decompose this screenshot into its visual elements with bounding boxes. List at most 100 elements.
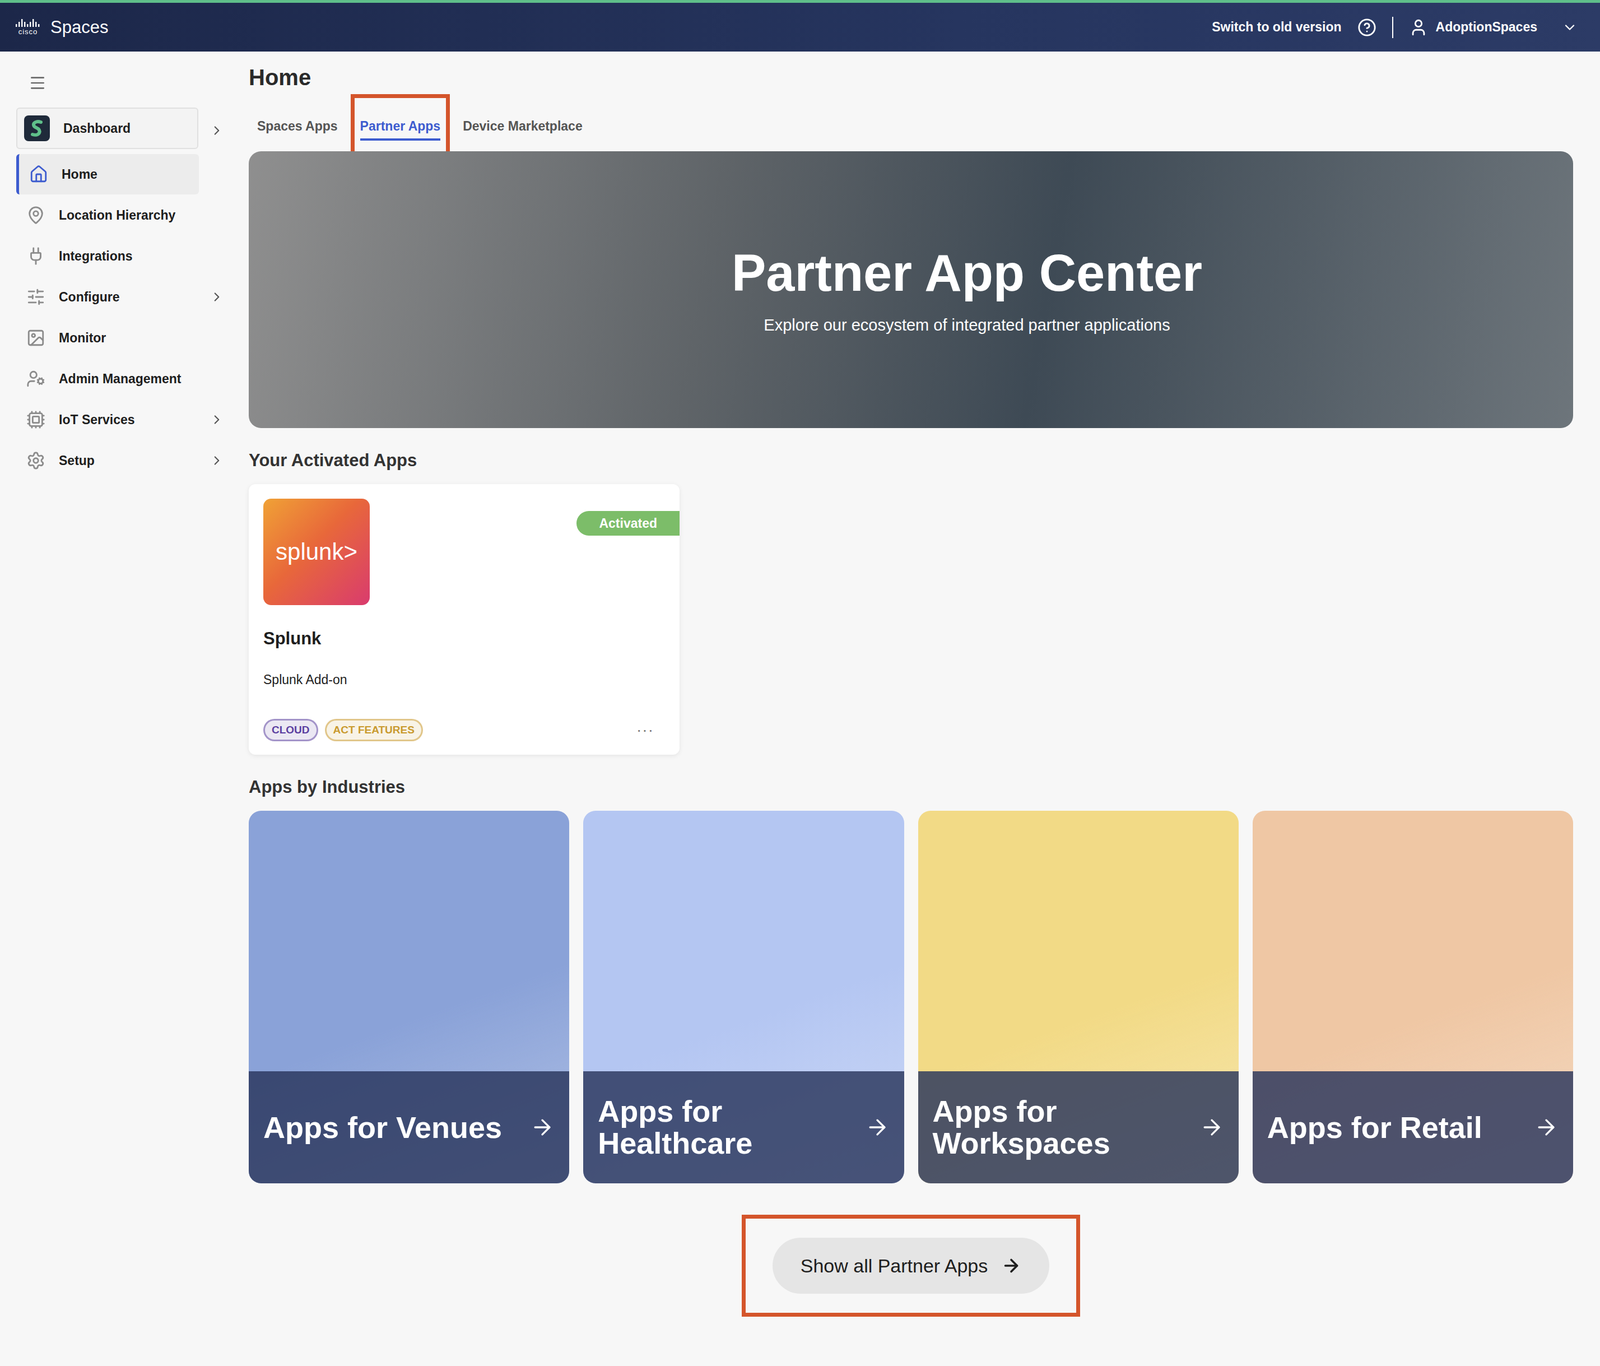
sidebar-item-icon [26, 328, 46, 348]
tile-caption: Apps for Venues [248, 1071, 570, 1184]
tab[interactable]: Partner Apps [360, 114, 441, 141]
switch-version-link[interactable]: Switch to old version [1211, 19, 1342, 35]
app: cisco Spaces Switch to old version Adoption… [0, 0, 1600, 1366]
sidebar-item[interactable]: Admin Management [16, 358, 199, 399]
dashboard-logo-icon [24, 115, 50, 142]
sidebar-row: Admin Management [16, 358, 225, 399]
divider [1392, 16, 1394, 39]
hero-title: Partner App Center [731, 244, 1203, 302]
arrow-right-icon [1533, 1114, 1559, 1140]
sidebar-row: Home [16, 154, 225, 195]
sidebar-item[interactable]: Monitor [16, 317, 199, 358]
sidebar-item[interactable]: Location Hierarchy [16, 194, 199, 236]
top-actions: Switch to old version AdoptionSpaces [1211, 16, 1578, 39]
brand-name: Spaces [50, 17, 109, 38]
card-menu-button[interactable]: ··· [636, 721, 654, 739]
chevron-right-icon [209, 123, 225, 138]
sidebar-item-icon [26, 369, 46, 389]
sidebar-item-icon [26, 205, 46, 225]
industry-tile[interactable]: Apps for Workspaces [918, 810, 1239, 1184]
tile-caption: Apps for Retail [1252, 1071, 1574, 1184]
sidebar-row: Setup [16, 440, 225, 481]
sidebar-row: Monitor [16, 317, 225, 358]
user-name: AdoptionSpaces [1435, 19, 1538, 35]
sidebar-row: Configure [16, 276, 225, 318]
sidebar-item[interactable]: Setup [16, 440, 199, 481]
tile-label: Apps for Healthcare [597, 1095, 845, 1159]
sidebar-label: Integrations [58, 248, 133, 264]
chevron-right-icon [209, 412, 225, 427]
sidebar-item[interactable]: Dashboard [16, 107, 199, 150]
hero-banner: Partner App Center Explore our ecosystem … [248, 151, 1574, 429]
page-title: Home [248, 61, 1574, 93]
app-logo: splunk> [263, 498, 370, 606]
sidebar-label: Admin Management [58, 371, 182, 387]
top-bar: cisco Spaces Switch to old version Adoption… [0, 0, 1600, 52]
tile-label: Apps for Retail [1267, 1111, 1483, 1144]
hero-subtitle: Explore our ecosystem of integrated part… [763, 315, 1170, 335]
app-description: Splunk Add-on [263, 672, 665, 688]
hamburger-icon [28, 73, 47, 92]
sidebar-item[interactable]: Integrations [16, 235, 199, 277]
status-badge: Activated [576, 510, 680, 536]
tile-caption: Apps for Healthcare [583, 1071, 904, 1184]
tab-frame: Partner Apps [350, 94, 451, 161]
sidebar-row: IoT Services [16, 399, 225, 440]
arrow-right-icon [864, 1114, 890, 1140]
cisco-logo: cisco [15, 19, 41, 36]
tile-label: Apps for Workspaces [932, 1095, 1180, 1159]
sidebar-label: IoT Services [58, 412, 136, 428]
user-menu[interactable]: AdoptionSpaces [1408, 17, 1578, 37]
app-name: Splunk [263, 628, 665, 649]
tile-arrow [864, 1114, 890, 1140]
main-content: Home Spaces Apps Partner Apps Device Market… [224, 51, 1600, 1366]
button-area: Show all Partner Apps [254, 1214, 1574, 1317]
sidebar-label: Location Hierarchy [58, 207, 176, 223]
sidebar-item[interactable]: IoT Services [16, 399, 199, 440]
chevron-right-icon [209, 453, 225, 468]
submenu-chevron[interactable] [209, 123, 225, 138]
brand[interactable]: cisco Spaces [15, 17, 109, 38]
chevron-right-icon [209, 289, 225, 305]
section-title: Apps by Industries [248, 777, 1574, 798]
body: Dashboard Home Location Hierarchy Integrati… [0, 51, 1600, 1366]
card-footer: CLOUDACT FEATURES ··· [263, 718, 665, 742]
sidebar-label: Dashboard [63, 121, 131, 137]
arrow-right-icon [1001, 1255, 1022, 1276]
chevron-down-icon [1561, 19, 1578, 36]
help-icon[interactable] [1357, 17, 1377, 37]
cisco-bars-icon [15, 19, 41, 27]
industry-tile[interactable]: Apps for Retail [1252, 810, 1574, 1184]
sidebar-item-icon [26, 246, 46, 266]
industry-grid: Apps for Venues Apps for Healthcare Apps f… [248, 810, 1574, 1184]
submenu-chevron[interactable] [209, 289, 225, 305]
user-icon [1408, 17, 1429, 37]
industry-tile[interactable]: Apps for Venues [248, 810, 570, 1184]
tab-bar: Spaces Apps Partner Apps Device Marketplac… [247, 94, 1574, 161]
tile-caption: Apps for Workspaces [918, 1071, 1239, 1184]
show-all-button[interactable]: Show all Partner Apps [772, 1237, 1050, 1294]
tile-label: Apps for Venues [263, 1111, 502, 1144]
tile-arrow [529, 1114, 555, 1140]
sidebar-label: Configure [58, 289, 120, 305]
sidebar-item-icon [26, 450, 46, 471]
annotation-box: Show all Partner Apps [741, 1214, 1081, 1317]
sidebar-item-icon [26, 287, 46, 307]
sidebar-item[interactable]: Home [16, 154, 199, 195]
button-label: Show all Partner Apps [800, 1254, 989, 1277]
cisco-word: cisco [18, 28, 39, 36]
submenu-chevron[interactable] [209, 412, 225, 427]
tab[interactable]: Device Marketplace [462, 114, 583, 141]
sidebar-item-icon [29, 164, 49, 184]
app-card[interactable]: splunk> Activated Splunk Splunk Add-on CLOUD… [248, 484, 680, 755]
tag: ACT FEATURES [324, 718, 423, 742]
tab[interactable]: Spaces Apps [257, 114, 338, 141]
industry-tile[interactable]: Apps for Healthcare [583, 810, 904, 1184]
sidebar-label: Monitor [58, 330, 106, 346]
sidebar-label: Home [61, 166, 98, 183]
submenu-chevron[interactable] [209, 453, 225, 468]
tag: CLOUD [263, 718, 319, 742]
sidebar-item[interactable]: Configure [16, 276, 199, 318]
tab-frame: Device Marketplace [453, 94, 593, 161]
menu-toggle[interactable] [16, 64, 225, 101]
